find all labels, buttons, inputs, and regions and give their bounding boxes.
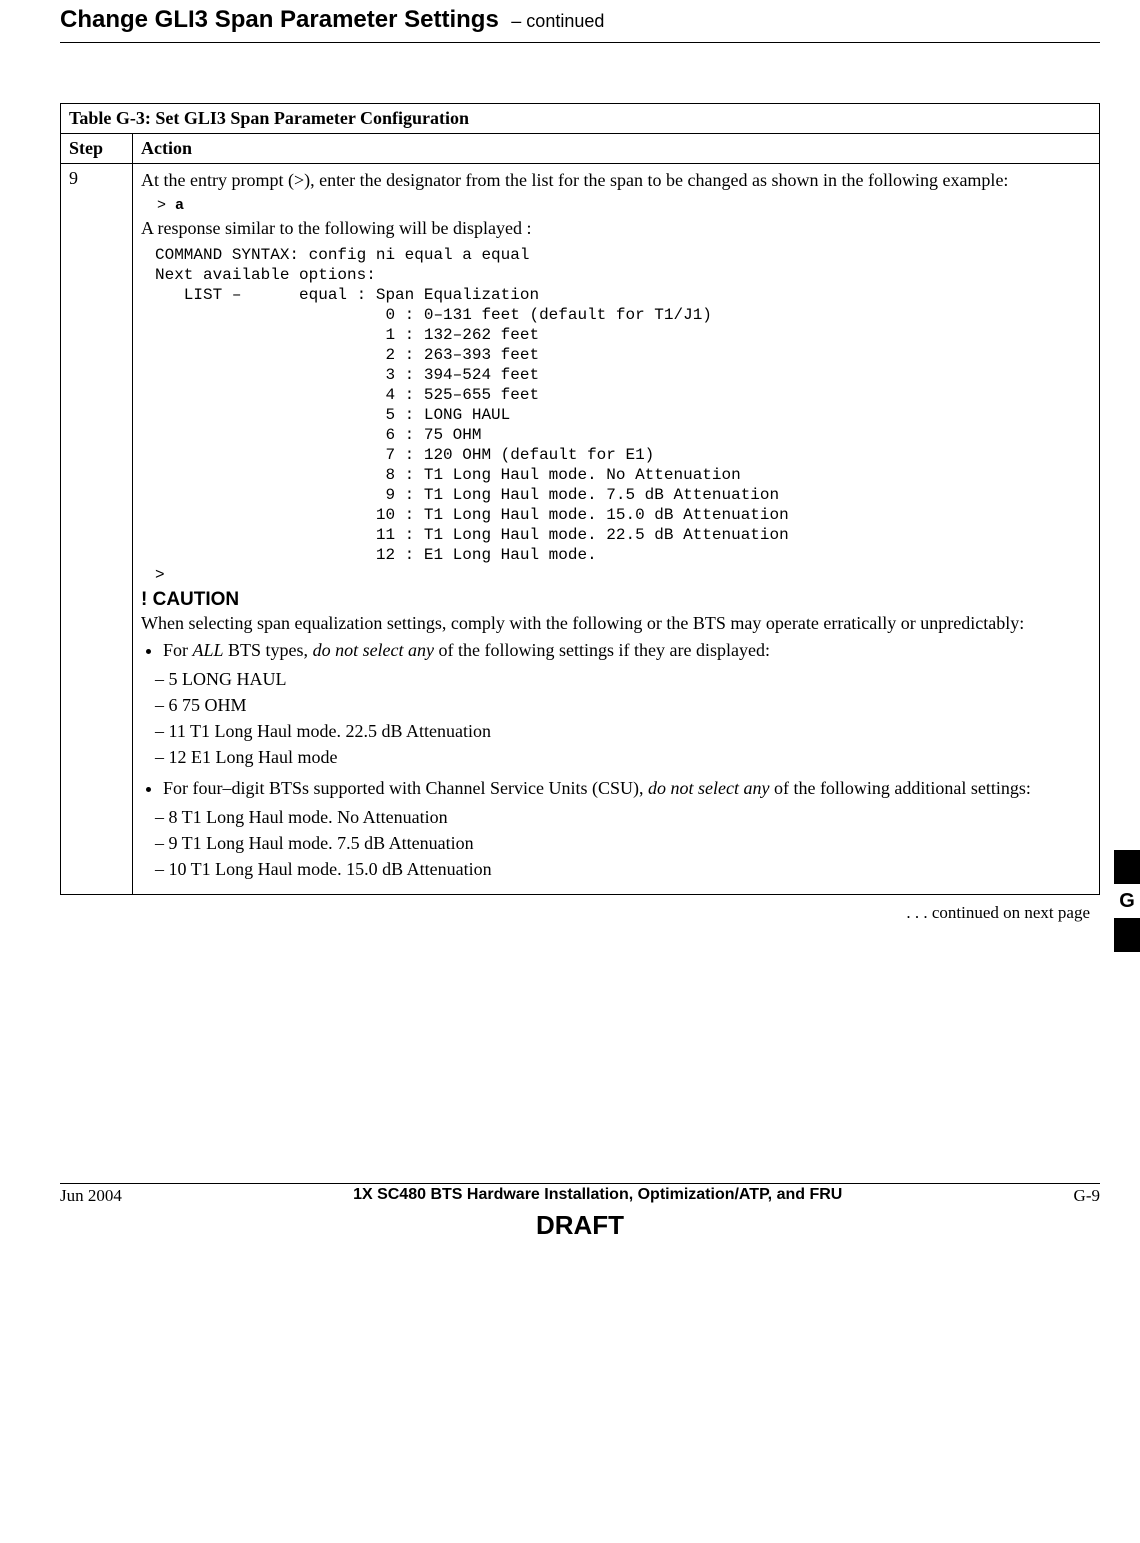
- bullet2-donot: do not select any: [648, 778, 769, 798]
- step-number: 9: [61, 164, 133, 895]
- dash-b-2: 10 T1 Long Haul mode. 15.0 dB Attenuatio…: [155, 859, 1091, 880]
- prompt-symbol: >: [157, 197, 175, 214]
- dash-a-2: 11 T1 Long Haul mode. 22.5 dB Attenuatio…: [155, 721, 1091, 742]
- bullet2-post: of the following additional settings:: [769, 778, 1030, 798]
- side-tab: G: [1114, 850, 1140, 952]
- dash-b-0: 8 T1 Long Haul mode. No Attenuation: [155, 807, 1091, 828]
- bullet1-all: ALL: [193, 640, 224, 660]
- action-cell: At the entry prompt (>), enter the desig…: [133, 164, 1100, 895]
- dash-b-1: 9 T1 Long Haul mode. 7.5 dB Attenuation: [155, 833, 1091, 854]
- footer-page: G-9: [1074, 1186, 1100, 1206]
- page-title-continued: – continued: [511, 11, 604, 31]
- table-caption-text: Set GLI3 Span Parameter Configuration: [151, 108, 469, 128]
- page-header: Change GLI3 Span Parameter Settings – co…: [60, 0, 1100, 43]
- bullet-list: For ALL BTS types, do not select any of …: [163, 640, 1091, 661]
- procedure-table: Table G-3: Set GLI3 Span Parameter Confi…: [60, 103, 1100, 895]
- side-tab-block-bottom: [1114, 918, 1140, 952]
- caution-heading: ! CAUTION: [141, 589, 1091, 611]
- draft-watermark: DRAFT: [60, 1210, 1100, 1241]
- dash-a-1: 6 75 OHM: [155, 695, 1091, 716]
- side-tab-label: G: [1114, 884, 1140, 918]
- footer-row: Jun 2004 1X SC480 BTS Hardware Installat…: [60, 1186, 1100, 1206]
- dash-a-3: 12 E1 Long Haul mode: [155, 747, 1091, 768]
- dash-list-a: 5 LONG HAUL 6 75 OHM 11 T1 Long Haul mod…: [155, 669, 1091, 768]
- bullet1-donot: do not select any: [313, 640, 434, 660]
- bullet1-post: of the following settings if they are di…: [434, 640, 770, 660]
- prompt-input: a: [175, 197, 184, 214]
- table-caption-prefix: Table G-3:: [69, 108, 151, 128]
- dash-list-b: 8 T1 Long Haul mode. No Attenuation 9 T1…: [155, 807, 1091, 880]
- bullet1-pre: For: [163, 640, 193, 660]
- bullet-1: For ALL BTS types, do not select any of …: [163, 640, 1091, 661]
- col-header-action: Action: [133, 134, 1100, 164]
- bullet-list-2: For four–digit BTSs supported with Chann…: [163, 778, 1091, 799]
- page-title: Change GLI3 Span Parameter Settings: [60, 6, 499, 33]
- side-tab-block-top: [1114, 850, 1140, 884]
- bullet-2: For four–digit BTSs supported with Chann…: [163, 778, 1091, 799]
- table-caption: Table G-3: Set GLI3 Span Parameter Confi…: [61, 104, 1100, 134]
- footer-date: Jun 2004: [60, 1186, 122, 1206]
- bullet1-mid: BTS types,: [224, 640, 313, 660]
- intro-paragraph: At the entry prompt (>), enter the desig…: [141, 170, 1091, 191]
- col-header-step: Step: [61, 134, 133, 164]
- prompt-line: > a: [157, 197, 1091, 214]
- response-intro: A response similar to the following will…: [141, 218, 1091, 239]
- response-listing: COMMAND SYNTAX: config ni equal a equal …: [155, 245, 1091, 585]
- footer-title: 1X SC480 BTS Hardware Installation, Opti…: [122, 1186, 1074, 1206]
- dash-a-0: 5 LONG HAUL: [155, 669, 1091, 690]
- continued-note: . . . continued on next page: [60, 903, 1090, 923]
- bullet2-pre: For four–digit BTSs supported with Chann…: [163, 778, 648, 798]
- caution-text: When selecting span equalization setting…: [141, 613, 1091, 634]
- footer-rule: [60, 1183, 1100, 1184]
